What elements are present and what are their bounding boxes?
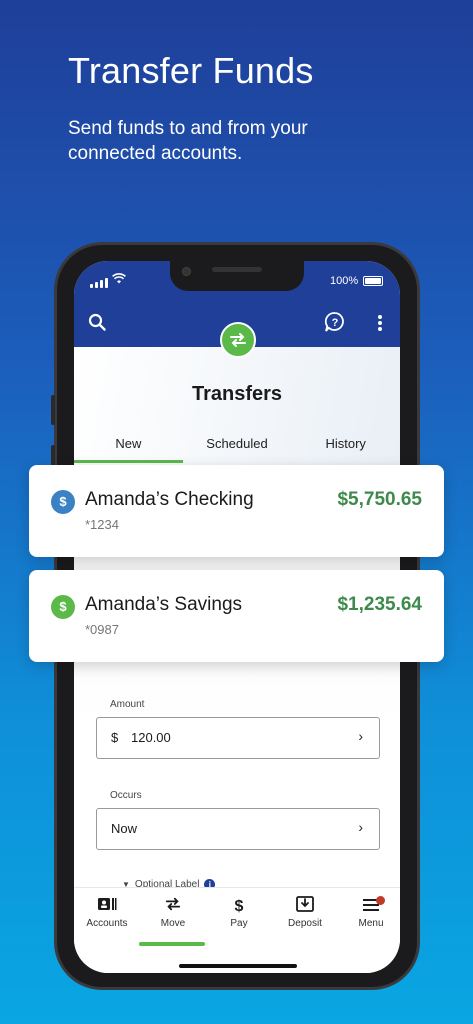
account-card-checking[interactable]: $ Amanda’s Checking *1234 $5,750.65	[29, 465, 444, 557]
account-balance: $5,750.65	[337, 489, 422, 510]
hero-title: Transfer Funds	[68, 50, 314, 91]
account-number: *1234	[85, 517, 119, 532]
amount-currency: $	[111, 730, 119, 745]
transfer-tabs: New Scheduled History	[74, 433, 400, 465]
speaker-grille	[212, 267, 262, 272]
tab-move[interactable]: Move	[140, 896, 206, 929]
deposit-icon	[272, 896, 338, 918]
occurs-label: Occurs	[110, 790, 142, 801]
title-area: Transfers New Scheduled History	[74, 347, 400, 467]
wifi-icon	[112, 273, 126, 287]
tab-accounts-label: Accounts	[86, 918, 128, 929]
account-card-savings[interactable]: $ Amanda’s Savings *0987 $1,235.64	[29, 570, 444, 662]
tab-new[interactable]: New	[74, 433, 183, 465]
tab-pay-label: Pay	[230, 918, 248, 929]
dollar-icon: $	[234, 898, 244, 915]
account-name: Amanda’s Checking	[85, 489, 254, 510]
phone-notch	[170, 261, 304, 291]
battery-percentage: 100%	[330, 275, 359, 287]
occurs-select[interactable]: Now ›	[96, 808, 380, 850]
move-icon	[140, 896, 206, 918]
tab-deposit-label: Deposit	[288, 918, 322, 929]
account-number: *0987	[85, 622, 119, 637]
chevron-right-icon: ›	[358, 728, 363, 744]
amount-label: Amount	[110, 699, 145, 710]
tab-menu[interactable]: Menu	[338, 896, 400, 929]
accounts-icon	[74, 896, 140, 918]
more-vertical-icon[interactable]	[377, 314, 383, 337]
tab-scheduled[interactable]: Scheduled	[183, 433, 292, 465]
chevron-right-icon: ›	[358, 819, 363, 835]
transfer-icon	[220, 322, 256, 358]
amount-input[interactable]: $ 120.00 ›	[96, 717, 380, 759]
bottom-tab-bar: Accounts Move $ Pay Deposit Menu	[74, 887, 400, 973]
home-indicator	[179, 964, 297, 968]
dollar-icon: $	[51, 490, 75, 514]
svg-text:?: ?	[332, 317, 339, 329]
camera-icon	[182, 267, 191, 276]
amount-value: 120.00	[131, 730, 171, 745]
tab-pay[interactable]: $ Pay	[206, 896, 272, 929]
menu-icon	[338, 896, 400, 918]
notification-badge	[376, 896, 385, 905]
account-name: Amanda’s Savings	[85, 594, 243, 615]
signal-icon	[90, 278, 108, 288]
help-chat-icon[interactable]: ?	[324, 311, 346, 338]
search-icon[interactable]	[88, 313, 106, 336]
account-balance: $1,235.64	[337, 594, 422, 615]
phone-side-button	[51, 395, 55, 425]
battery-icon	[363, 276, 383, 286]
tab-move-label: Move	[160, 918, 186, 929]
page-title: Transfers	[191, 383, 283, 405]
dollar-icon: $	[51, 595, 75, 619]
tab-menu-label: Menu	[358, 918, 384, 929]
hero-subtitle: Send funds to and from your connected ac…	[68, 118, 308, 164]
tab-history[interactable]: History	[291, 433, 400, 465]
active-tab-indicator	[139, 942, 205, 946]
occurs-value: Now	[111, 821, 138, 836]
tab-accounts[interactable]: Accounts	[74, 896, 140, 929]
tab-deposit[interactable]: Deposit	[272, 896, 338, 929]
